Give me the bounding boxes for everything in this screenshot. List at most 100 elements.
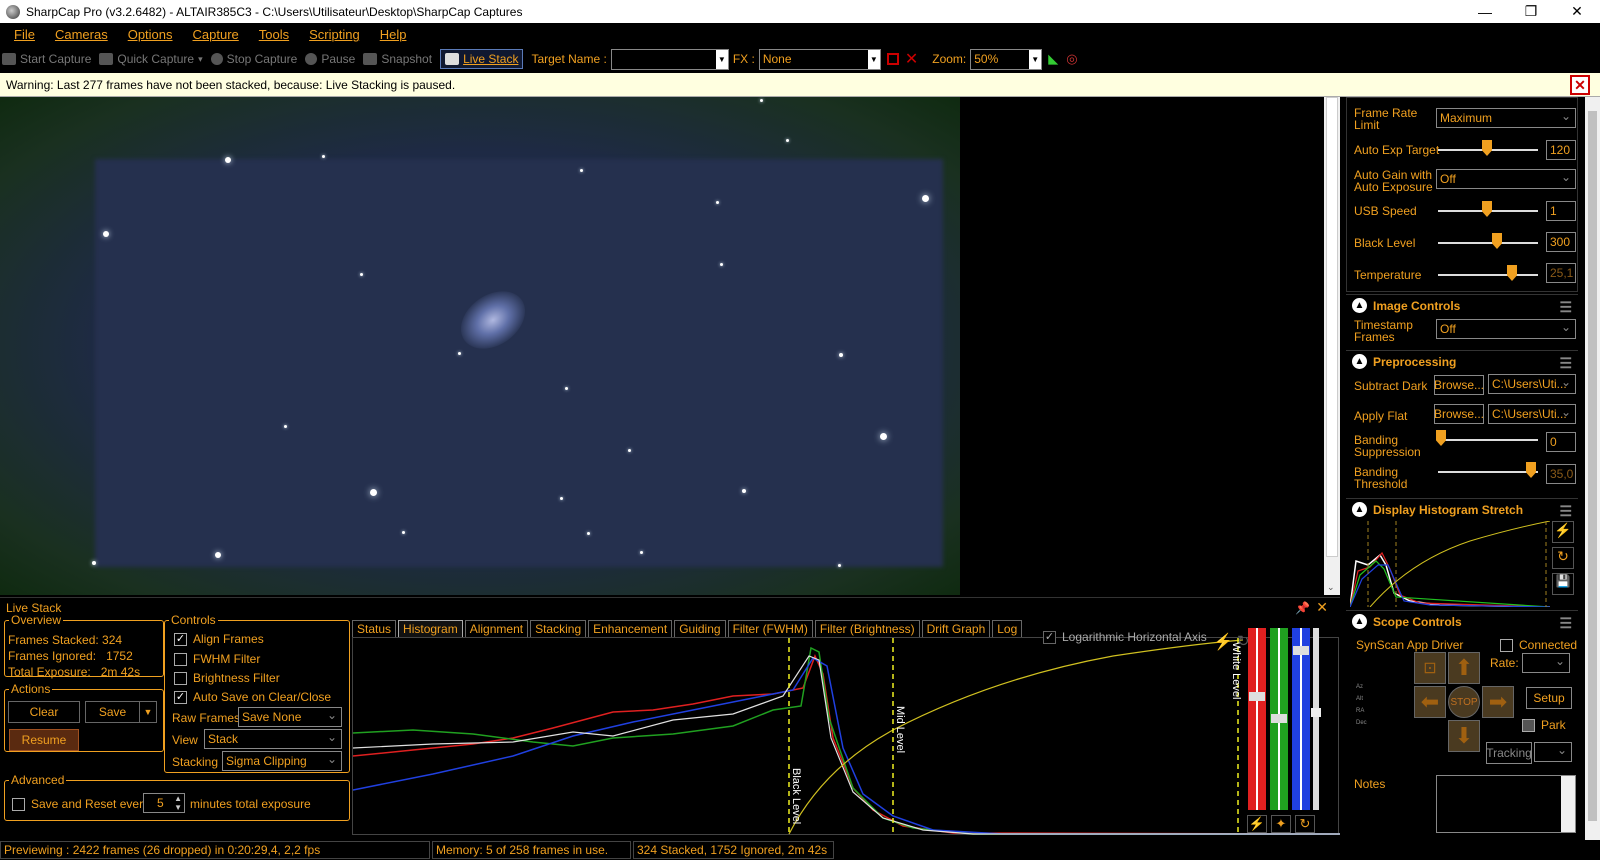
slider-thumb[interactable] xyxy=(1436,430,1446,446)
tab-filter-brightness[interactable]: Filter (Brightness) xyxy=(814,620,920,637)
auto-stretch-icon[interactable]: ⚡ xyxy=(1552,521,1574,543)
banding-suppression-value[interactable]: 0 xyxy=(1546,432,1576,452)
menu-cameras[interactable]: Cameras xyxy=(55,27,108,42)
star xyxy=(628,449,631,452)
scope-east-button[interactable]: ➡ xyxy=(1482,686,1514,718)
tracking-button[interactable]: Tracking xyxy=(1486,742,1532,764)
scope-north-button[interactable]: ⬆ xyxy=(1448,652,1480,684)
fwhm-filter-checkbox[interactable]: FWHM Filter xyxy=(174,652,260,667)
menu-file[interactable]: File xyxy=(14,27,35,42)
fx-combo[interactable]: None ▼ xyxy=(758,48,881,70)
auto-gain-select[interactable]: Off xyxy=(1436,169,1576,189)
reset-stretch-icon[interactable]: ↻ xyxy=(1552,547,1574,569)
subtract-dark-path-select[interactable]: C:\Users\Uti... xyxy=(1488,374,1576,394)
menu-icon[interactable]: ☰ xyxy=(1559,299,1572,316)
brightness-filter-checkbox[interactable]: Brightness Filter xyxy=(174,671,280,686)
auto-balance-icon[interactable]: ⚡ xyxy=(1247,815,1267,833)
save-stretch-icon[interactable]: 💾 xyxy=(1552,573,1574,595)
menu-scripting[interactable]: Scripting xyxy=(309,27,360,42)
resume-button[interactable]: Resume xyxy=(9,729,79,751)
menu-capture[interactable]: Capture xyxy=(193,27,239,42)
close-button[interactable]: ✕ xyxy=(1554,0,1600,23)
target-name-combo[interactable]: ▼ xyxy=(610,48,729,70)
view-select[interactable]: Stack xyxy=(204,729,342,749)
save-button[interactable]: Save xyxy=(85,701,140,723)
auto-save-checkbox[interactable]: ✓ Auto Save on Clear/Close xyxy=(174,690,331,705)
log-axis-checkbox[interactable]: ✓ Logarithmic Horizontal Axis xyxy=(1043,630,1207,645)
timestamp-frames-select[interactable]: Off xyxy=(1436,319,1576,339)
tab-histogram[interactable]: Histogram xyxy=(398,620,463,637)
tab-log[interactable]: Log xyxy=(992,620,1023,637)
close-panel-icon[interactable]: ✕ xyxy=(1316,599,1328,616)
black-level-slider[interactable] xyxy=(1438,242,1538,244)
scope-controls-header[interactable]: ▲ Scope Controls ☰ xyxy=(1346,610,1578,632)
quick-capture-button[interactable]: Quick Capture ▾ xyxy=(99,52,203,66)
start-capture-button[interactable]: Start Capture xyxy=(2,52,91,66)
selection-rect-icon[interactable] xyxy=(886,53,899,65)
menu-icon[interactable]: ☰ xyxy=(1559,503,1572,520)
histogram-chart[interactable]: Black Level Mid Level White Level xyxy=(352,638,1341,836)
image-vertical-scrollbar[interactable]: ⌄ xyxy=(1324,97,1340,595)
stop-capture-button[interactable]: Stop Capture xyxy=(210,52,297,66)
zoom-combo[interactable]: 50% ▼ xyxy=(970,48,1043,70)
tab-status[interactable]: Status xyxy=(352,620,397,637)
maximize-button[interactable]: ❐ xyxy=(1508,0,1554,23)
raw-frames-select[interactable]: Save None xyxy=(238,707,342,727)
apply-flat-browse-button[interactable]: Browse... xyxy=(1434,404,1484,424)
park-checkbox[interactable]: Park xyxy=(1522,719,1566,733)
menu-help[interactable]: Help xyxy=(380,27,407,42)
save-dropdown-button[interactable]: ▼ xyxy=(139,701,157,723)
frame-rate-select[interactable]: Maximum xyxy=(1436,108,1576,128)
tab-alignment[interactable]: Alignment xyxy=(464,620,529,637)
reset-balance-icon[interactable]: ↻ xyxy=(1295,815,1315,833)
preprocessing-header[interactable]: ▲ Preprocessing ☰ xyxy=(1346,350,1578,372)
align-frames-checkbox[interactable]: ✓ Align Frames xyxy=(174,632,264,647)
clear-button[interactable]: Clear xyxy=(8,701,80,723)
tab-stacking[interactable]: Stacking xyxy=(530,620,587,637)
tab-enhancement[interactable]: Enhancement xyxy=(588,620,673,637)
color-balance-sliders[interactable] xyxy=(1246,628,1322,813)
menu-icon[interactable]: ☰ xyxy=(1559,355,1572,372)
connected-checkbox[interactable]: Connected xyxy=(1500,639,1577,653)
image-controls-header[interactable]: ▲ Image Controls ☰ xyxy=(1346,294,1578,316)
menu-tools[interactable]: Tools xyxy=(259,27,289,42)
snapshot-button[interactable]: Snapshot xyxy=(363,52,432,66)
dismiss-warning-button[interactable]: ✕ xyxy=(1570,75,1590,95)
minimize-button[interactable]: — xyxy=(1462,0,1508,23)
tracking-rate-select[interactable] xyxy=(1534,742,1572,762)
save-reset-checkbox[interactable]: Save and Reset every xyxy=(12,797,149,812)
live-stack-button[interactable]: Live Stack xyxy=(440,49,524,69)
clear-selection-icon[interactable]: ✕ xyxy=(905,49,918,69)
right-panel-scrollbar[interactable] xyxy=(1585,97,1600,840)
scope-setup-button[interactable]: Setup xyxy=(1526,687,1572,709)
subtract-dark-browse-button[interactable]: Browse... xyxy=(1434,375,1484,395)
notes-textarea[interactable] xyxy=(1436,775,1576,833)
histogram-icon[interactable]: ◣ xyxy=(1048,51,1058,67)
black-level-value[interactable]: 300 xyxy=(1546,232,1576,252)
rate-select[interactable] xyxy=(1522,653,1570,673)
display-histogram-chart[interactable] xyxy=(1349,520,1551,608)
tab-guiding[interactable]: Guiding xyxy=(674,620,726,637)
live-stack-histogram[interactable]: Black Level Mid Level White Level ✓ Logar… xyxy=(352,628,1341,836)
image-preview[interactable] xyxy=(0,97,1325,595)
scope-stop-button[interactable]: STOP xyxy=(1448,686,1480,718)
scope-south-button[interactable]: ⬇ xyxy=(1448,720,1480,752)
display-histogram-header[interactable]: ▲ Display Histogram Stretch ☰ xyxy=(1346,498,1578,520)
auto-stretch-icon[interactable]: ⚡ xyxy=(1213,632,1233,652)
apply-flat-path-select[interactable]: C:\Users\Uti... xyxy=(1488,404,1576,424)
stacking-select[interactable]: Sigma Clipping xyxy=(222,751,342,771)
usb-speed-value[interactable]: 1 xyxy=(1546,201,1576,221)
menu-icon[interactable]: ☰ xyxy=(1559,615,1572,632)
auto-exp-target-value[interactable]: 120 xyxy=(1546,140,1576,160)
tab-drift-graph[interactable]: Drift Graph xyxy=(921,620,991,637)
save-reset-minutes-stepper[interactable]: 5 ▲ ▼ xyxy=(143,793,185,813)
scope-home-button[interactable]: ⊡ xyxy=(1414,652,1446,684)
sparkle-icon[interactable]: ✦ xyxy=(1271,815,1291,833)
scope-west-button[interactable]: ⬅ xyxy=(1414,686,1446,718)
pin-icon[interactable]: 📌 xyxy=(1295,601,1310,615)
menu-options[interactable]: Options xyxy=(128,27,173,42)
tab-filter-fwhm[interactable]: Filter (FWHM) xyxy=(727,620,813,637)
pause-button[interactable]: Pause xyxy=(305,52,355,66)
focus-assist-icon[interactable]: ◎ xyxy=(1066,51,1077,67)
banding-suppression-slider[interactable] xyxy=(1438,439,1538,441)
